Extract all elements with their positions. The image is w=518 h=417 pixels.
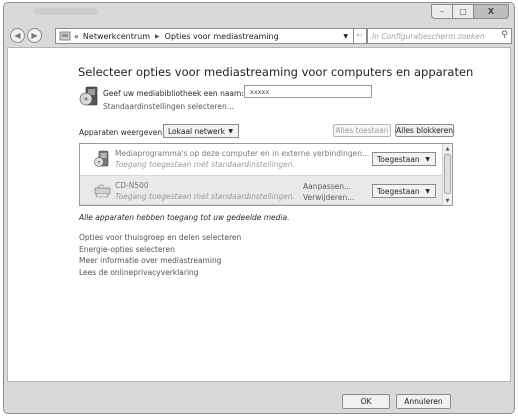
control-panel-icon bbox=[59, 31, 71, 41]
scroll-up-icon[interactable]: ▲ bbox=[443, 144, 452, 153]
chevron-down-icon: ▼ bbox=[228, 127, 233, 135]
device-row[interactable]: Mediaprogramma's op deze computer en in … bbox=[80, 144, 443, 174]
device-row[interactable]: CD-N500 Toegang toegestaan met standaard… bbox=[80, 175, 443, 205]
navigation-bar: ◀ ▶ « Netwerkcentrum ▶ Opties voor media… bbox=[4, 25, 514, 47]
customize-link[interactable]: Aanpassen... bbox=[303, 181, 354, 192]
device-name: CD-N500 bbox=[115, 181, 149, 190]
close-button[interactable]: X bbox=[474, 4, 509, 19]
refresh-button[interactable]: ⁴⁺ bbox=[353, 28, 367, 44]
forward-button[interactable]: ▶ bbox=[27, 28, 42, 43]
chevron-down-icon: ▼ bbox=[425, 155, 430, 163]
chevron-down-icon: ▼ bbox=[425, 187, 430, 195]
power-options-link[interactable]: Energie-opties selecteren bbox=[79, 244, 241, 256]
address-dropdown-icon[interactable]: ▼ bbox=[343, 33, 348, 40]
device-permission-value: Toegestaan bbox=[377, 186, 420, 196]
back-button[interactable]: ◀ bbox=[10, 28, 25, 43]
title-bar: – □ X bbox=[4, 3, 514, 24]
network-dropdown-value: Lokaal netwerk bbox=[168, 126, 225, 136]
device-permission-dropdown[interactable]: Toegestaan ▼ bbox=[372, 152, 436, 166]
refresh-icon: ⁴⁺ bbox=[356, 31, 364, 41]
ok-button[interactable]: OK bbox=[342, 394, 390, 409]
library-name-field[interactable]: xxxxx bbox=[244, 85, 372, 98]
select-defaults-link[interactable]: Standaardinstellingen selecteren... bbox=[103, 102, 234, 111]
window-title bbox=[34, 8, 98, 15]
forward-arrow-icon: ▶ bbox=[31, 31, 38, 40]
homegroup-options-link[interactable]: Opties voor thuisgroep en delen selecter… bbox=[79, 232, 241, 244]
device-name: Mediaprogramma's op deze computer en in … bbox=[115, 149, 370, 158]
main-content: Selecteer opties voor mediastreaming voo… bbox=[7, 47, 511, 409]
breadcrumb-overflow[interactable]: « bbox=[74, 32, 79, 41]
breadcrumb-network-center[interactable]: Netwerkcentrum bbox=[83, 32, 150, 41]
search-placeholder: In Configuratiescherm zoeken bbox=[372, 31, 485, 41]
privacy-statement-link[interactable]: Lees de onlineprivacyverklaring bbox=[79, 267, 241, 279]
network-dropdown[interactable]: Lokaal netwerk ▼ bbox=[163, 124, 239, 138]
address-bar[interactable]: « Netwerkcentrum ▶ Opties voor mediastre… bbox=[55, 28, 354, 44]
minimize-button[interactable]: – bbox=[431, 4, 453, 19]
device-list-scrollbar[interactable]: ▲ ▼ bbox=[442, 144, 452, 205]
breadcrumb-media-streaming[interactable]: Opties voor mediastreaming bbox=[165, 32, 279, 41]
scroll-down-icon[interactable]: ▼ bbox=[443, 196, 452, 205]
device-status: Toegang toegestaan met standaardinstelli… bbox=[115, 160, 295, 169]
page-title: Selecteer opties voor mediastreaming voo… bbox=[78, 65, 474, 79]
all-devices-access-note: Alle apparaten hebben toegang tot uw ged… bbox=[79, 213, 290, 222]
back-arrow-icon: ◀ bbox=[14, 31, 21, 40]
media-program-icon bbox=[94, 150, 109, 167]
control-panel-window: – □ X ◀ ▶ « Netwerkcentrum ▶ Opties voor… bbox=[3, 2, 515, 414]
library-name-label: Geef uw mediabibliotheek een naam: bbox=[103, 89, 244, 98]
cancel-button[interactable]: Annuleren bbox=[396, 394, 451, 409]
search-icon[interactable]: ⚲ bbox=[501, 30, 508, 40]
more-info-link[interactable]: Meer informatie over mediastreaming bbox=[79, 255, 241, 267]
device-status: Toegang toegestaan met standaardinstelli… bbox=[115, 192, 295, 201]
remove-link[interactable]: Verwijderen... bbox=[303, 192, 354, 203]
related-links: Opties voor thuisgroep en delen selecter… bbox=[79, 232, 241, 278]
caption-buttons: – □ X bbox=[431, 4, 509, 19]
breadcrumb-separator-icon[interactable]: ▶ bbox=[155, 33, 160, 40]
maximize-button[interactable]: □ bbox=[453, 4, 474, 19]
allow-all-button[interactable]: Alles toestaan bbox=[333, 124, 391, 137]
media-library-icon bbox=[79, 86, 98, 106]
device-permission-dropdown[interactable]: Toegestaan ▼ bbox=[372, 184, 436, 198]
block-all-button[interactable]: Alles blokkeren bbox=[395, 124, 454, 137]
show-devices-label: Apparaten weergeven in: bbox=[79, 128, 174, 137]
search-input[interactable]: In Configuratiescherm zoeken ⚲ bbox=[367, 28, 512, 44]
device-permission-value: Toegestaan bbox=[377, 154, 420, 164]
network-device-icon bbox=[94, 184, 111, 198]
device-list: Mediaprogramma's op deze computer en in … bbox=[79, 143, 453, 206]
device-actions: Aanpassen... Verwijderen... bbox=[303, 181, 354, 203]
scroll-thumb[interactable] bbox=[444, 154, 451, 194]
